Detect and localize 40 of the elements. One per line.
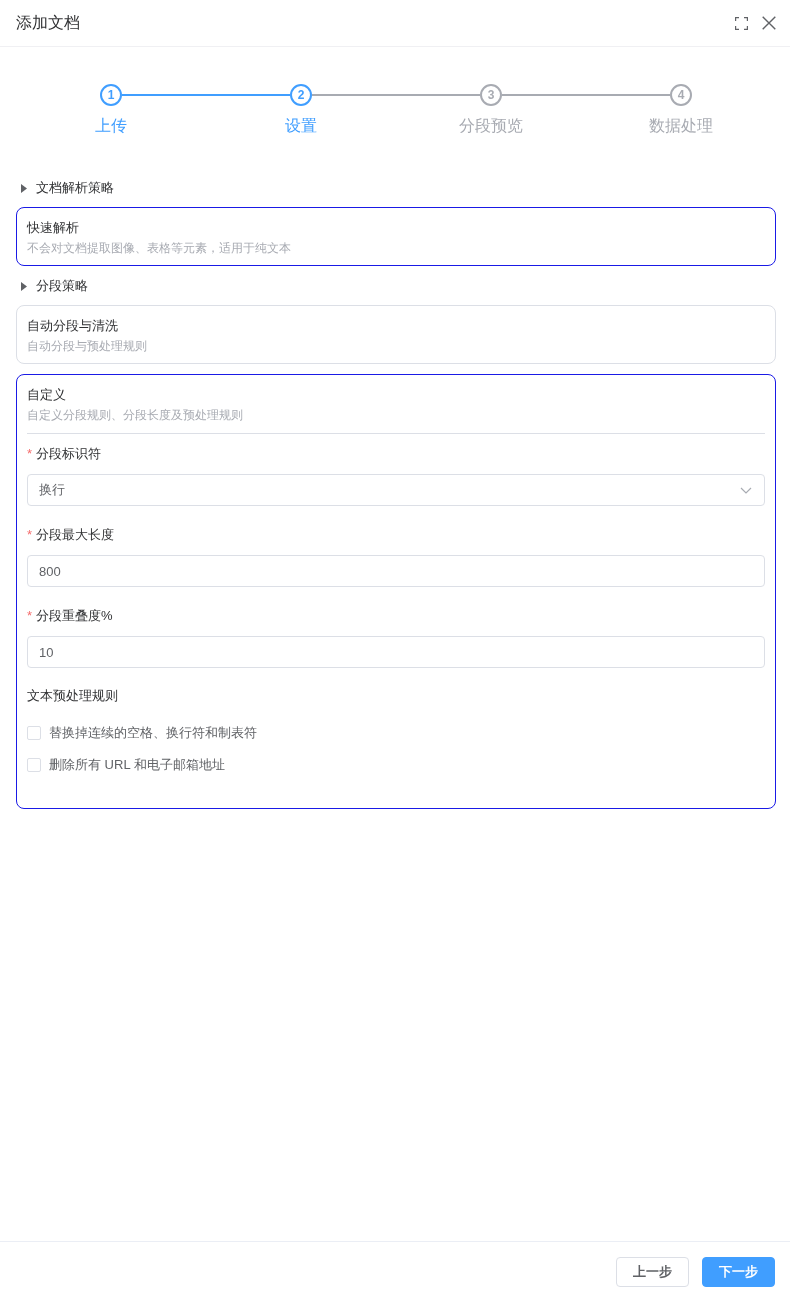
select-field[interactable]: 换行 [27, 474, 765, 506]
step-label: 分段预览 [459, 116, 523, 136]
caret-right-icon[interactable] [21, 183, 27, 193]
checkbox-label: 替换掉连续的空格、换行符和制表符 [49, 724, 257, 742]
input-field[interactable]: 800 [27, 555, 765, 587]
checkbox-label: 删除所有 URL 和电子邮箱地址 [49, 756, 225, 774]
required-mark: * [27, 607, 33, 625]
section-title: 文档解析策略 [36, 179, 114, 197]
required-mark: * [27, 445, 33, 463]
step-number: 2 [290, 84, 312, 106]
caret-right-icon[interactable] [21, 281, 27, 291]
checkbox[interactable] [27, 726, 41, 740]
option-card[interactable]: 快速解析 不会对文档提取图像、表格等元素，适用于纯文本 [16, 207, 776, 266]
option-title: 自定义 [27, 386, 67, 404]
required-mark: * [27, 526, 33, 544]
option-description: 不会对文档提取图像、表格等元素，适用于纯文本 [27, 240, 292, 257]
field-label: 分段最大长度 [36, 526, 115, 544]
previous-button[interactable]: 上一步 [616, 1257, 689, 1287]
chevron-down-icon [740, 486, 752, 494]
option-description: 自定义分段规则、分段长度及预处理规则 [27, 407, 244, 424]
step-number: 1 [100, 84, 122, 106]
field-label: 分段重叠度% [36, 607, 113, 625]
close-icon[interactable] [762, 16, 776, 30]
input-field[interactable]: 10 [27, 636, 765, 668]
step-label: 数据处理 [649, 116, 713, 136]
step-number: 3 [480, 84, 502, 106]
option-title: 自动分段与清洗 [27, 317, 119, 335]
option-description: 自动分段与预处理规则 [27, 338, 148, 355]
option-card[interactable]: 自定义 自定义分段规则、分段长度及预处理规则 * 分段标识符 换行 * 分段最大长度 800 * 分段重叠度% 10 文本预处理规则 替换掉连续的空格、换行符和制表符 删除所有 URL 和电子邮箱地址 [16, 374, 776, 809]
section-title: 分段策略 [36, 277, 88, 295]
option-card[interactable]: 自动分段与清洗 自动分段与预处理规则 [16, 305, 776, 364]
step-label: 设置 [285, 116, 317, 136]
checkbox[interactable] [27, 758, 41, 772]
rules-title: 文本预处理规则 [27, 687, 119, 705]
field-label: 分段标识符 [36, 445, 102, 463]
fullscreen-icon[interactable] [735, 16, 748, 30]
step-number: 4 [670, 84, 692, 106]
dialog-title: 添加文档 [16, 13, 80, 33]
step-label: 上传 [95, 116, 127, 136]
option-title: 快速解析 [27, 219, 80, 237]
